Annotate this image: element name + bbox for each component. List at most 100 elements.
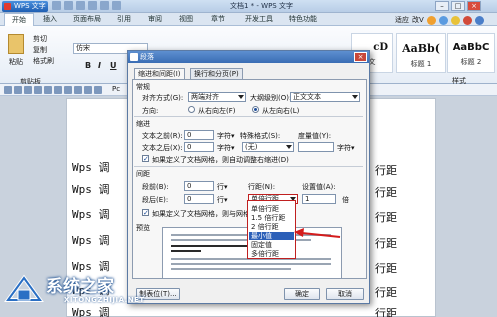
line-spacing-option[interactable]: 固定值 [249,241,294,249]
settings-icon[interactable] [474,15,484,25]
window-controls: – □ × [435,1,481,11]
tab-page-layout[interactable]: 页面布局 [68,13,106,26]
divider [134,116,363,117]
maximize-button[interactable]: □ [451,1,465,11]
ltr-radio[interactable] [252,106,259,113]
line-spacing-option[interactable]: 单倍行距 [249,205,294,213]
skin-icon[interactable] [426,15,436,25]
indent-after-input[interactable]: 0 [184,142,214,152]
print-icon[interactable] [88,1,97,10]
open-icon[interactable] [64,1,73,10]
ribbon-tab-bar: 开始 插入 页面布局 引用 审阅 视图 章节 开发工具 特色功能 适应 改V [0,13,497,26]
direction-label: 方向: [142,107,159,115]
indent-before-unit[interactable]: 字符▾ [217,131,235,141]
wps-writer-icon [130,53,138,61]
tab-home[interactable]: 开始 [4,13,34,26]
toolbar-icon-6[interactable] [54,86,62,94]
underline-button[interactable]: U [110,61,117,70]
red-arrow-icon [294,228,341,238]
format-painter-button[interactable]: 格式刷 [33,56,54,66]
space-before-unit[interactable]: 行▾ [217,182,228,192]
snap-grid-checkbox[interactable]: ✓ [142,209,149,217]
measure-unit[interactable]: 字符▾ [337,143,355,153]
dialog-close-button[interactable]: × [354,52,367,62]
tab-features[interactable]: 特色功能 [284,13,322,26]
new-doc-icon[interactable] [52,1,61,10]
doc-line: Wps 调 [72,306,110,317]
user-icon[interactable] [450,15,460,25]
doc-line: Wps 调 [72,234,110,247]
outline-level-select[interactable]: 正文文本 [290,92,360,102]
wps-app-button[interactable]: WPS 文字 [2,1,48,12]
minimize-button[interactable]: – [435,1,449,11]
toolbar-icon-7[interactable] [64,86,72,94]
italic-button[interactable]: I [98,61,101,70]
ok-button[interactable]: 确定 [284,288,320,300]
doc-line-right: 行距 [375,164,397,177]
tab-section[interactable]: 章节 [206,13,230,26]
style-heading-2[interactable]: AaBbC 标题 2 [447,33,495,73]
redo-icon[interactable] [112,1,121,10]
space-after-input[interactable]: 0 [184,194,214,204]
space-after-label: 段后(E): [142,196,169,204]
indent-before-input[interactable]: 0 [184,130,214,140]
tab-bar-right: 适应 改V [395,15,484,25]
save-icon[interactable] [76,1,85,10]
undo-icon[interactable] [100,1,109,10]
toolbar-icon-9[interactable] [84,86,92,94]
space-before-label: 段前(B): [142,183,169,191]
tab-insert[interactable]: 插入 [38,13,62,26]
doc-line-right: 行距 [375,211,397,224]
space-before-input[interactable]: 0 [184,181,214,191]
tab-review[interactable]: 审阅 [143,13,167,26]
doc-line: Wps 调 [72,208,110,221]
toolbar-icon-10[interactable] [94,86,102,94]
line-spacing-option[interactable]: 多倍行距 [249,250,294,258]
copy-button[interactable]: 复制 [33,45,47,55]
cut-button[interactable]: 剪切 [33,34,47,44]
help-icon[interactable] [438,15,448,25]
toolbar-icon-3[interactable] [24,86,32,94]
watermark-url: XITONGZHIJIA.NET [64,296,145,304]
special-format-label: 特殊格式(S): [240,132,281,140]
toolbar-icon-2[interactable] [14,86,22,94]
alignment-select[interactable]: 两端对齐 [188,92,246,102]
auto-indent-checkbox[interactable]: ✓ [142,155,149,163]
toolbar-icon-5[interactable] [44,86,52,94]
watermark-logo-icon [4,274,44,302]
close-button[interactable]: × [467,1,481,11]
tab-references[interactable]: 引用 [112,13,136,26]
outline-level-label: 大纲级别(O): [250,94,292,102]
set-value-unit: 倍 [342,196,349,204]
indent-after-unit[interactable]: 字符▾ [217,143,235,153]
measure-input[interactable] [298,142,334,152]
tab-developer[interactable]: 开发工具 [240,13,278,26]
toolbar-icon-4[interactable] [34,86,42,94]
toolbar-icon-8[interactable] [74,86,82,94]
tab-line-page-breaks[interactable]: 换行和分页(P) [190,68,243,79]
line-spacing-option[interactable]: 1.5 倍行距 [249,214,294,222]
preview-line-current [171,250,201,252]
watermark-title: 系统之家 [46,277,114,297]
style-heading-2-preview: AaBbC [452,42,490,53]
style-heading-1[interactable]: AaBb( 标题 1 [396,33,446,73]
line-spacing-label: 行距(N): [248,183,276,191]
space-after-unit[interactable]: 行▾ [217,195,228,205]
set-value-input[interactable]: 1 [302,194,336,204]
update-icon[interactable] [462,15,472,25]
doc-line-right: 行距 [375,237,397,250]
special-format-select[interactable]: (无) [242,142,294,152]
toolbar-icon-1[interactable] [4,86,12,94]
fit-label[interactable]: 适应 [395,15,409,25]
bold-button[interactable]: B [85,61,91,70]
dialog-title-bar: 段落 [128,51,369,63]
paste-icon[interactable] [8,34,24,54]
tab-view[interactable]: 视图 [174,13,198,26]
cancel-button[interactable]: 取消 [326,288,364,300]
rtl-radio[interactable] [188,106,195,113]
preview-line [171,268,291,270]
preview-line [171,263,331,265]
fit-dropdown[interactable]: 改V [412,15,424,25]
line-spacing-option[interactable]: 2 倍行距 [249,223,294,231]
line-spacing-option-selected[interactable]: 最小值 [249,232,294,240]
